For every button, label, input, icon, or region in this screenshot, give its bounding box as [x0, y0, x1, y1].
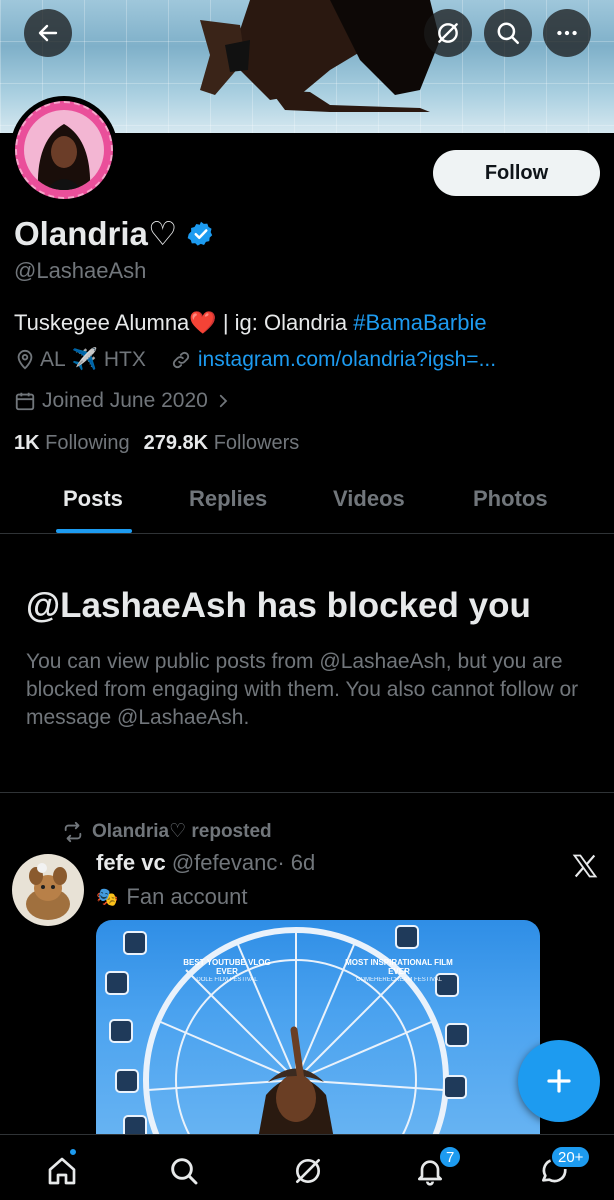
profile-display-name: Olandria♡ — [14, 214, 215, 253]
location-pin-icon — [17, 349, 33, 370]
fan-account-label: 🎭 Fan account — [96, 884, 248, 910]
award-2-sub: COMEHERECREAM FESTIVAL — [356, 977, 442, 983]
nav-search[interactable] — [162, 1149, 206, 1193]
grok-icon — [296, 1159, 320, 1183]
messages-badge: 20+ — [550, 1145, 592, 1169]
plus-icon — [547, 1069, 571, 1093]
award-2-title: MOST INSPIRATIONAL FILM EVER — [345, 958, 453, 976]
profile-location-row: AL ✈️ HTX instagram.com/olandria?igsh=..… — [14, 348, 496, 372]
compose-post-button[interactable] — [518, 1040, 600, 1122]
theater-masks-icon: 🎭 — [96, 886, 119, 907]
award-badge-1: BEST YOUTUBE VLOG EVER DOLE FILM FESTIVA… — [172, 958, 282, 985]
avatar-photo — [24, 110, 104, 190]
following-label: Following — [45, 432, 130, 454]
more-options-button[interactable] — [543, 9, 591, 57]
tab-videos[interactable]: Videos — [333, 486, 405, 512]
profile-joined-row[interactable]: Joined June 2020 — [14, 389, 232, 413]
post-author-avatar[interactable] — [12, 854, 84, 926]
heart-emoji-icon: ❤️ — [189, 310, 217, 335]
following-stat[interactable]: 1K Following — [14, 432, 130, 455]
post-author-name[interactable]: fefe vc — [96, 850, 166, 875]
location2-text: HTX — [103, 348, 146, 371]
followers-stat[interactable]: 279.8K Followers — [144, 432, 300, 455]
fan-account-text: Fan account — [126, 884, 248, 909]
profile-stats: 1K Following 279.8K Followers — [14, 432, 299, 455]
following-count: 1K — [14, 432, 40, 454]
home-icon — [48, 1157, 76, 1185]
award-1-title: BEST YOUTUBE VLOG EVER — [183, 958, 271, 976]
search-icon — [497, 22, 519, 44]
verified-badge-icon[interactable] — [187, 220, 215, 248]
repost-icon — [64, 821, 82, 842]
x-logo-icon — [572, 854, 598, 878]
blocked-message: You can view public posts from @LashaeAs… — [26, 650, 579, 729]
calendar-icon — [15, 392, 35, 411]
tab-replies[interactable]: Replies — [189, 486, 267, 512]
bio-hashtag-link[interactable]: #BamaBarbie — [353, 310, 486, 335]
post-time: · 6d — [277, 850, 316, 875]
airplane-emoji-icon: ✈️ — [71, 348, 98, 371]
grok-icon — [438, 23, 458, 43]
post-media-image[interactable]: BEST YOUTUBE VLOG EVER DOLE FILM FESTIVA… — [96, 920, 540, 1150]
followers-count: 279.8K — [143, 432, 209, 454]
tab-posts[interactable]: Posts — [63, 486, 123, 512]
avatar-frame — [15, 101, 113, 199]
post-author-handle[interactable]: @fefevanc — [172, 850, 278, 875]
grok-button[interactable] — [424, 9, 472, 57]
search-icon — [171, 1158, 198, 1185]
display-name-text: Olandria♡ — [14, 215, 178, 252]
profile-bio: Tuskegee Alumna❤️ | ig: Olandria #BamaBa… — [14, 310, 487, 336]
post-header: fefe vc @fefevanc· 6d — [96, 850, 315, 876]
blocked-title: @LashaeAsh has blocked you — [26, 586, 531, 625]
back-arrow-icon — [38, 24, 58, 42]
bottom-navigation: 7 20+ — [0, 1134, 614, 1200]
active-tab-indicator — [56, 529, 132, 533]
nav-grok[interactable] — [286, 1149, 330, 1193]
section-divider — [0, 792, 614, 793]
award-1-sub: DOLE FILM FESTIVAL — [196, 977, 258, 983]
notifications-badge: 7 — [438, 1145, 463, 1169]
more-icon — [557, 30, 577, 36]
followers-label: Followers — [213, 432, 300, 454]
website-link[interactable]: instagram.com/olandria?igsh=... — [198, 348, 496, 372]
profile-handle: @LashaeAsh — [14, 258, 147, 283]
chevron-right-icon — [219, 394, 228, 408]
profile-avatar[interactable] — [10, 96, 118, 204]
bio-ig-text: | ig: Olandria — [216, 310, 354, 335]
tab-photos[interactable]: Photos — [473, 486, 548, 512]
repost-label: Olandria♡ reposted — [92, 821, 272, 842]
home-new-indicator — [68, 1147, 78, 1157]
award-badge-2: MOST INSPIRATIONAL FILM EVER COMEHERECRE… — [340, 958, 458, 985]
ferris-wheel-graphic — [105, 925, 469, 1150]
joined-text: Joined June 2020 — [42, 389, 208, 412]
nav-home[interactable] — [40, 1149, 84, 1193]
link-icon — [172, 351, 189, 369]
bio-text: Tuskegee Alumna — [14, 310, 190, 335]
profile-tabs: Posts Replies Videos Photos — [0, 470, 614, 534]
back-button[interactable] — [24, 9, 72, 57]
repost-indicator: Olandria♡ reposted — [62, 820, 272, 843]
follow-button[interactable]: Follow — [433, 150, 600, 196]
search-button[interactable] — [484, 9, 532, 57]
location-text: AL — [40, 348, 66, 371]
